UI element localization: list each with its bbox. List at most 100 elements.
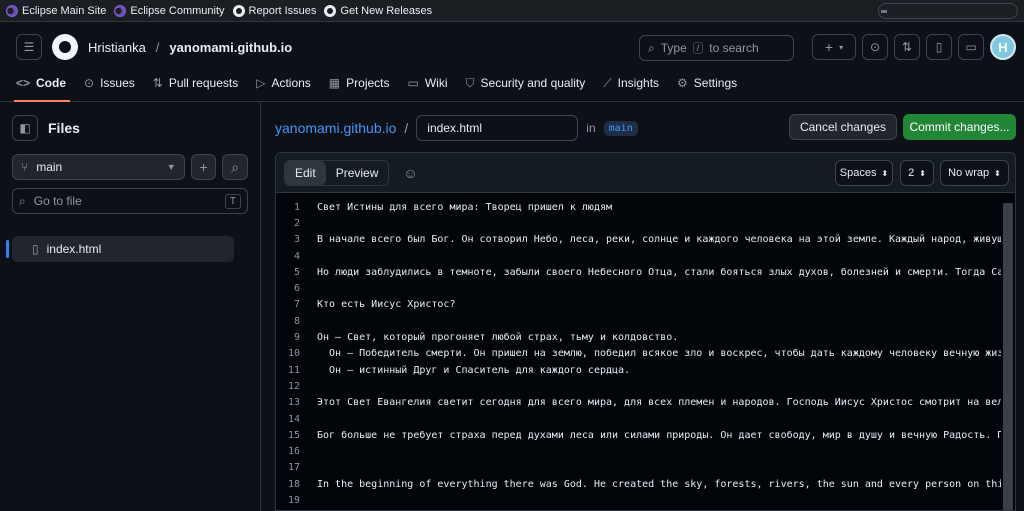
tab-issues[interactable]: ⊙ Issues (84, 72, 135, 94)
line-text: В начале всего был Бог. Он сотворил Небо… (317, 234, 1001, 246)
table-icon: ▦ (328, 76, 341, 90)
browser-scrollbar[interactable] (878, 3, 1018, 19)
bookmark-eclipse-community[interactable]: Eclipse Community (114, 4, 225, 17)
tab-security[interactable]: ⛉ Security and quality (466, 72, 586, 94)
search-input[interactable]: ⌕ Type / to search (639, 35, 794, 61)
code-line[interactable]: 4 (276, 248, 1001, 264)
pull-requests-button[interactable]: ⇅ (894, 34, 920, 60)
line-number: 5 (293, 266, 300, 278)
inbox-icon: ▭ (965, 40, 977, 54)
code-line[interactable]: 17 (276, 460, 1001, 476)
indent-mode-select[interactable]: Spaces ⬍ (835, 160, 893, 186)
add-file-button[interactable]: + (190, 154, 217, 180)
code-line[interactable]: 11 Он — истинный Друг и Спаситель для ка… (276, 362, 1001, 378)
code-area[interactable]: 1 Свет Истины для всего мира: Творец приш… (276, 193, 1015, 510)
owner-link[interactable]: Hristianka (88, 40, 146, 55)
file-icon: ▯ (32, 242, 39, 256)
line-number: 18 (287, 478, 300, 490)
code-line[interactable]: 1 Свет Истины для всего мира: Творец приш… (276, 199, 1001, 215)
search-icon: ⌕ (648, 40, 655, 55)
indent-size-select[interactable]: 2 ⬍ (900, 160, 934, 186)
main-area: ◧ Files ⑂ main ▼ + ⌕ ⌕ Go to file T ▯ in… (0, 102, 1024, 511)
eclipse-icon (114, 4, 127, 17)
line-number: 14 (287, 413, 300, 425)
global-header: ☰ Hristianka / yanomami.github.io ⌕ Type… (0, 22, 1024, 72)
bookmark-eclipse-main[interactable]: Eclipse Main Site (6, 4, 106, 17)
code-line[interactable]: 9 Он — Свет, который прогоняет любой стра… (276, 329, 1001, 345)
code-line[interactable]: 13 Этот Свет Евангелия светит сегодня для… (276, 395, 1001, 411)
cancel-changes-button[interactable]: Cancel changes (788, 114, 897, 140)
code-line[interactable]: 18 In the beginning of everything there w… (276, 476, 1001, 492)
collapse-sidebar-button[interactable]: ◧ (12, 115, 38, 141)
repo-link[interactable]: yanomami.github.io (169, 40, 292, 55)
caret-down-icon: ▼ (166, 162, 176, 172)
issue-icon: ⊙ (84, 76, 95, 90)
updown-icon: ⬍ (919, 168, 926, 178)
line-number: 16 (287, 446, 300, 458)
line-text: Этот Свет Евангелия светит сегодня для в… (317, 397, 1001, 409)
github-logo-icon[interactable] (52, 34, 78, 60)
line-text: Он — Победитель смерти. Он пришел на зем… (317, 348, 1001, 360)
code-line[interactable]: 8 (276, 313, 1001, 329)
tab-code[interactable]: <> Code (16, 72, 66, 94)
code-line[interactable]: 2 (276, 215, 1001, 231)
repo-root-link[interactable]: yanomami.github.io (275, 120, 396, 136)
line-number: 13 (287, 397, 300, 409)
file-tree-item-index[interactable]: ▯ index.html (6, 236, 234, 262)
updown-icon: ⬍ (881, 168, 889, 178)
code-line[interactable]: 3 В начале всего был Бог. Он сотворил Неб… (276, 232, 1001, 248)
create-new-button[interactable]: + ▾ (812, 34, 856, 60)
search-files-button[interactable]: ⌕ (222, 154, 249, 180)
inbox-button[interactable]: ▭ (958, 34, 984, 60)
code-line[interactable]: 6 (276, 280, 1001, 296)
line-text: Свет Истины для всего мира: Творец прише… (317, 201, 613, 213)
tab-actions[interactable]: ▷ Actions (256, 72, 311, 94)
goto-shortcut-key: T (224, 193, 241, 209)
repo-tabs: <> Code ⊙ Issues ⇅ Pull requests ▷ Actions ▦… (0, 72, 1024, 102)
editor-panel: Edit Preview ☺ Spaces ⬍ 2 ⬍ No wrap ⬍ 1 Свет… (275, 152, 1016, 511)
line-number: 7 (293, 299, 300, 311)
copilot-icon[interactable]: ☺ (403, 165, 417, 181)
wrap-mode-select[interactable]: No wrap ⬍ (940, 160, 1009, 186)
tab-preview[interactable]: Preview (326, 161, 389, 185)
code-line[interactable]: 19 (276, 492, 1001, 508)
hamburger-icon: ☰ (23, 40, 35, 54)
commit-changes-button[interactable]: Commit changes... (903, 114, 1016, 140)
tab-projects[interactable]: ▦ Projects (329, 72, 390, 94)
code-line[interactable]: 12 (276, 378, 1001, 394)
vertical-scrollbar[interactable] (1003, 203, 1013, 510)
line-text: Он — истинный Друг и Спаситель для каждо… (317, 364, 631, 376)
bookmark-report-issues[interactable]: Report Issues (232, 4, 316, 17)
go-to-file-input[interactable]: ⌕ Go to file T (12, 188, 248, 214)
code-line[interactable]: 16 (276, 443, 1001, 459)
line-number: 1 (293, 201, 300, 213)
tab-insights[interactable]: ⟋ Insights (603, 72, 659, 94)
repo-icon: ▯ (935, 40, 943, 54)
header-actions: + ▾ ⊙ ⇅ ▯ ▭ H (812, 34, 1016, 60)
tab-settings[interactable]: ⚙ Settings (677, 72, 737, 94)
code-line[interactable]: 14 (276, 411, 1001, 427)
tab-pull-requests[interactable]: ⇅ Pull requests (153, 72, 238, 94)
avatar[interactable]: H (990, 34, 1016, 60)
issue-icon: ⊙ (869, 40, 881, 54)
play-icon: ▷ (256, 76, 266, 90)
file-tree-sidebar: ◧ Files ⑂ main ▼ + ⌕ ⌕ Go to file T ▯ in… (0, 102, 261, 511)
tab-wiki[interactable]: ▭ Wiki (408, 72, 448, 94)
branch-badge: main (603, 120, 638, 136)
tab-edit[interactable]: Edit (285, 160, 326, 185)
filename-input[interactable]: index.html (416, 115, 579, 141)
code-line[interactable]: 10 Он — Победитель смерти. Он пришел на … (276, 346, 1001, 362)
menu-button[interactable]: ☰ (16, 34, 42, 60)
line-number: 15 (287, 429, 300, 441)
line-number: 8 (293, 315, 300, 327)
issues-button[interactable]: ⊙ (862, 34, 888, 60)
code-line[interactable]: 15 Бог больше не требует страха перед дух… (276, 427, 1001, 443)
code-line[interactable]: 5 Но люди заблудились в темноте, забыли с… (276, 264, 1001, 280)
branch-selector[interactable]: ⑂ main ▼ (12, 154, 185, 180)
line-text: In the beginning of everything there was… (317, 478, 1001, 490)
bookmark-get-new-releases[interactable]: Get New Releases (324, 4, 432, 17)
code-line[interactable]: 7 Кто есть Иисус Христос? (276, 297, 1001, 313)
shield-icon: ⛉ (465, 75, 475, 90)
repositories-button[interactable]: ▯ (926, 34, 952, 60)
search-shortcut-key: / (692, 42, 704, 54)
